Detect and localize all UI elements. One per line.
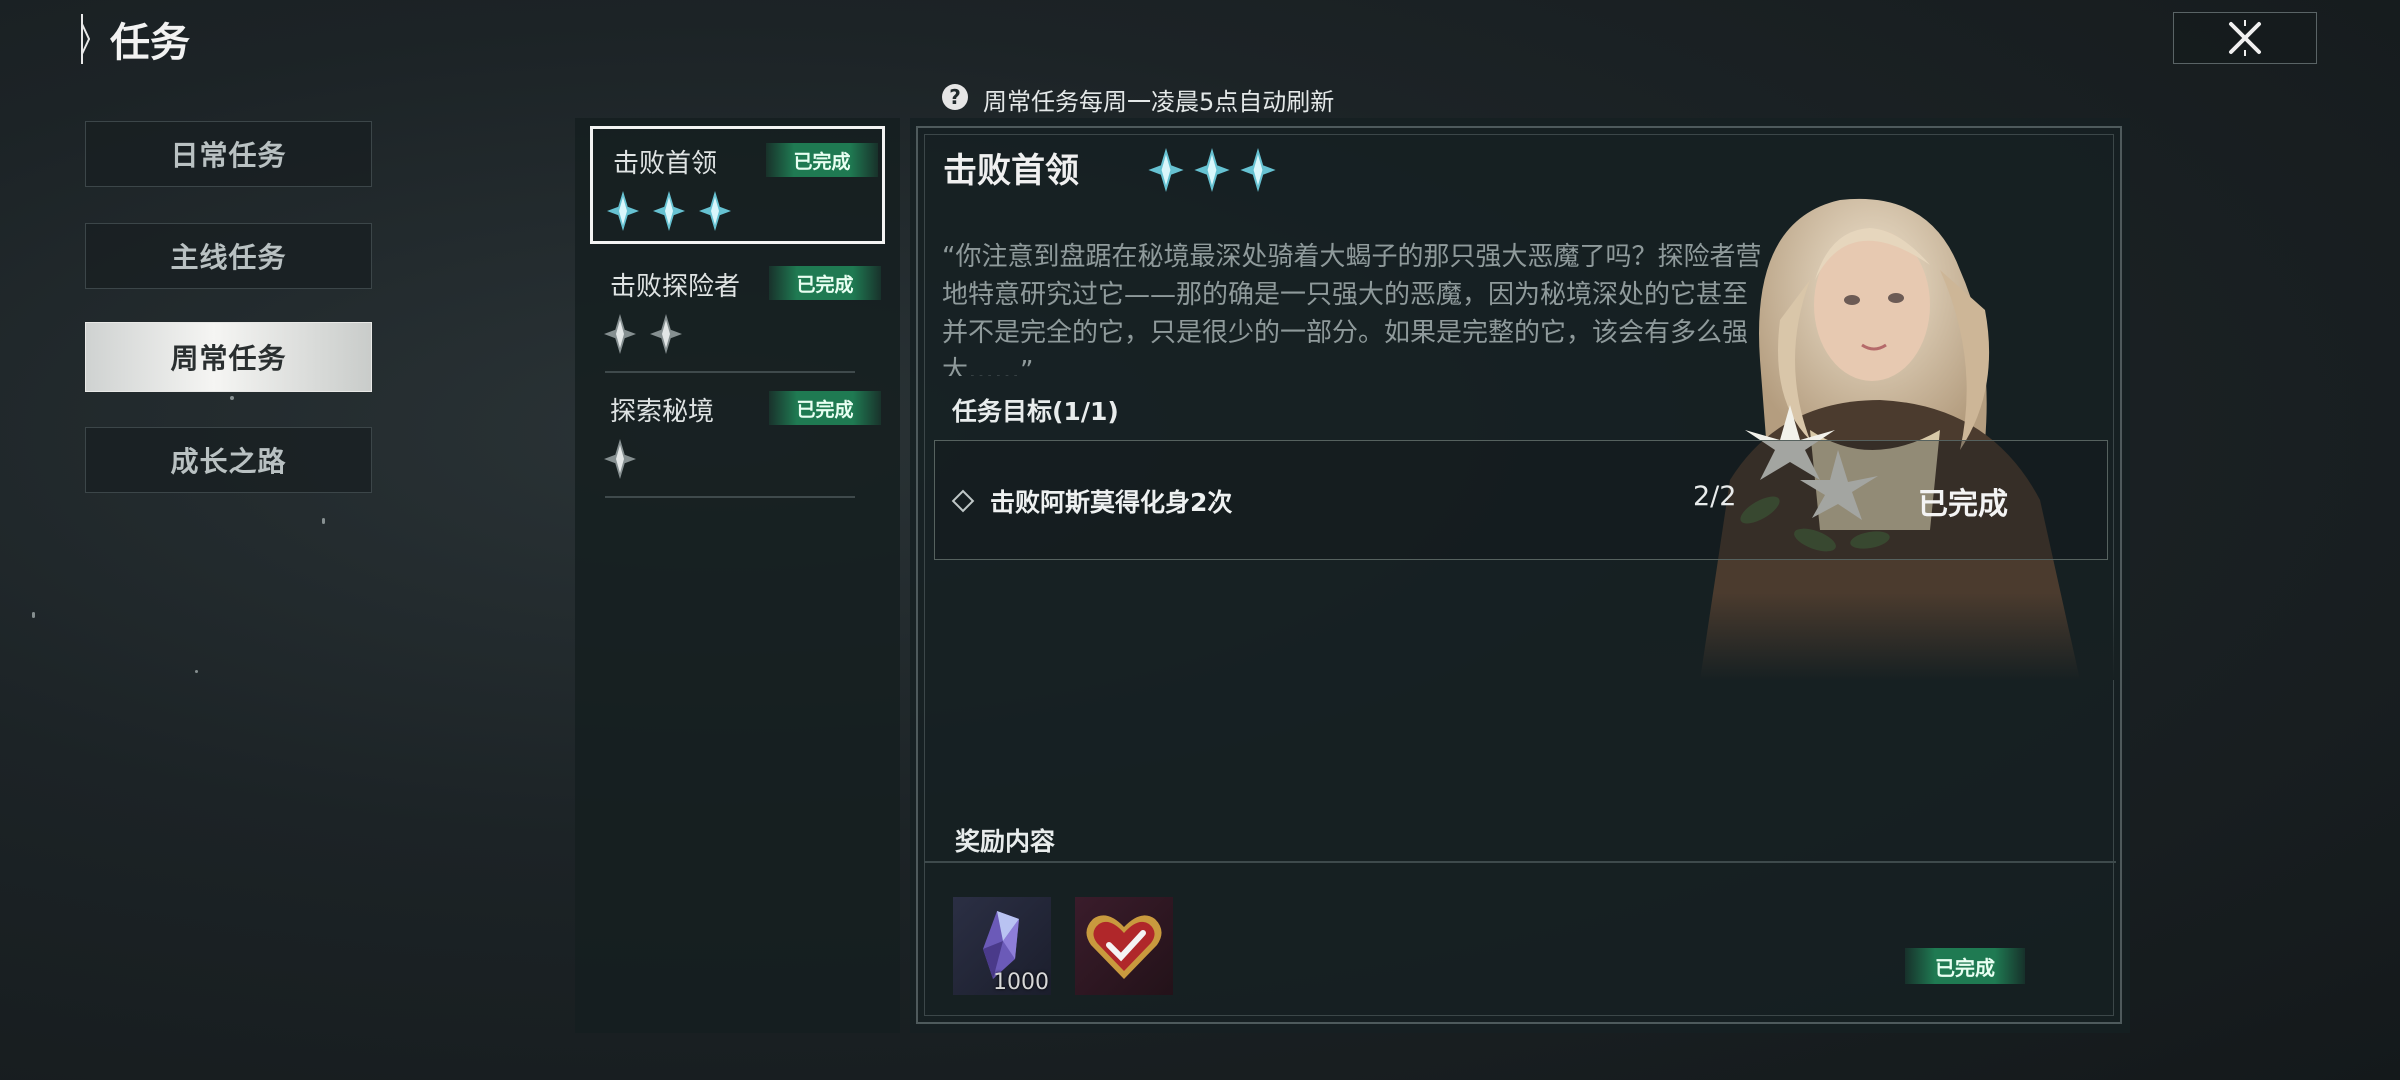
nav-item-growth[interactable]: 成长之路 [85, 427, 372, 493]
objective-row: 击败阿斯莫得化身2次 2/2 已完成 [934, 440, 2108, 560]
completed-badge: 已完成 [769, 266, 881, 300]
difficulty-stars [1148, 148, 1276, 192]
star-icon [653, 191, 685, 231]
star-icon [650, 314, 682, 354]
back-arrow-icon[interactable] [80, 14, 90, 64]
nav-item-label: 成长之路 [170, 445, 287, 478]
nav-item-label: 日常任务 [170, 139, 287, 172]
close-button[interactable] [2173, 12, 2317, 64]
page-title: 任务 [110, 20, 190, 66]
task-description[interactable]: “你注意到盘踞在秘境最深处骑着大蝎子的那只强大恶魔了吗？探险者营地特意研究过它—… [942, 238, 1772, 376]
objective-status: 已完成 [1918, 487, 2008, 522]
task-detail-title: 击败首领 [943, 151, 1079, 191]
task-name: 探索秘境 [610, 397, 715, 427]
star-icon [604, 314, 636, 354]
difficulty-stars [607, 191, 731, 231]
completed-badge: 已完成 [769, 391, 881, 425]
reward-quantity: 1000 [993, 970, 1049, 995]
nav-item-label: 主线任务 [170, 241, 287, 274]
completed-badge: 已完成 [766, 143, 878, 177]
heart-check-icon [1086, 915, 1162, 979]
task-list-panel: 击败首领 已完成 击败探险者 已完成 探索秘境 已完成 [575, 118, 900, 1033]
close-icon [2229, 20, 2261, 56]
dust-speck [322, 518, 325, 524]
difficulty-stars [604, 439, 636, 479]
divider [924, 861, 2116, 863]
star-icon [604, 439, 636, 479]
dust-speck [195, 670, 198, 673]
question-icon[interactable]: ? [942, 84, 968, 110]
reward-item-heart[interactable] [1075, 897, 1173, 995]
dust-speck [32, 612, 35, 618]
star-icon [607, 191, 639, 231]
diamond-icon [951, 489, 975, 513]
star-icon [1148, 148, 1184, 192]
character-portrait [1640, 100, 2120, 680]
star-icon [1240, 148, 1276, 192]
objective-header: 任务目标(1/1) [952, 397, 1119, 426]
task-name: 击败探险者 [610, 272, 741, 302]
nav-item-label: 周常任务 [170, 342, 287, 375]
task-name: 击败首领 [613, 149, 718, 179]
reward-item-crystal[interactable]: 1000 [953, 897, 1051, 995]
divider [605, 371, 855, 373]
dust-speck [230, 396, 234, 400]
task-item-defeat-explorer[interactable]: 击败探险者 已完成 [590, 252, 885, 370]
reward-completed-badge: 已完成 [1905, 948, 2025, 984]
star-icon [699, 191, 731, 231]
reward-header: 奖励内容 [955, 827, 1056, 856]
task-item-explore-realm[interactable]: 探索秘境 已完成 [590, 377, 885, 495]
objective-text: 击败阿斯莫得化身2次 [990, 488, 1233, 517]
star-icon [1194, 148, 1230, 192]
nav-item-main[interactable]: 主线任务 [85, 223, 372, 289]
nav-item-daily[interactable]: 日常任务 [85, 121, 372, 187]
task-item-defeat-boss[interactable]: 击败首领 已完成 [590, 126, 885, 244]
difficulty-stars [604, 314, 682, 354]
divider [605, 496, 855, 498]
refresh-info-text: 周常任务每周一凌晨5点自动刷新 [983, 88, 1335, 116]
nav-item-weekly[interactable]: 周常任务 [85, 322, 372, 392]
objective-progress: 2/2 [1693, 481, 1737, 512]
